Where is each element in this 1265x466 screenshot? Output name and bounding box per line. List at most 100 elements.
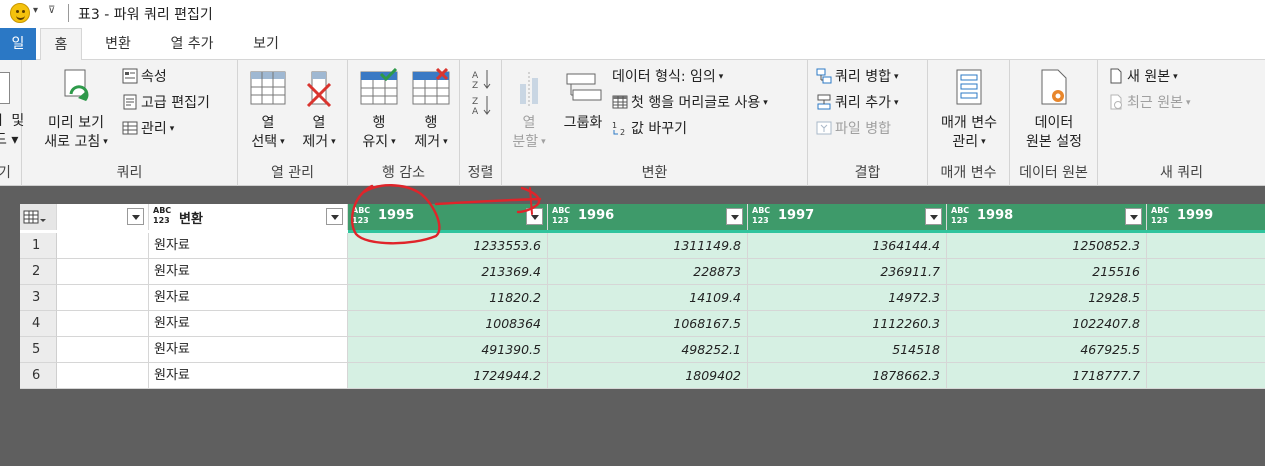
table-cell[interactable]: 원자료	[149, 337, 348, 363]
advanced-editor-button[interactable]: 고급 편집기	[122, 92, 210, 114]
table-cell[interactable]	[57, 233, 149, 259]
table-row[interactable]: 5 원자료 491390.5 498252.1 514518 467925.5	[20, 337, 1265, 363]
row-index[interactable]: 1	[20, 233, 57, 259]
tab-view[interactable]: 보기	[240, 28, 292, 60]
table-cell[interactable]: 14109.4	[548, 285, 748, 311]
column-filter-dropdown[interactable]	[726, 208, 743, 225]
manage-parameters-button[interactable]: 매개 변수 관리 ▾	[930, 68, 1008, 152]
table-cell[interactable]: 215516	[947, 259, 1147, 285]
table-cell[interactable]: 1364144.4	[748, 233, 947, 259]
row-index[interactable]: 3	[20, 285, 57, 311]
any-type-icon[interactable]: ABC 123	[352, 206, 370, 226]
data-type-dropdown[interactable]: 데이터 형식: 임의 ▾	[612, 66, 723, 88]
table-cell[interactable]	[57, 285, 149, 311]
table-row[interactable]: 3 원자료 11820.2 14109.4 14972.3 12928.5	[20, 285, 1265, 311]
table-cell[interactable]: 원자료	[149, 285, 348, 311]
table-row[interactable]: 1 원자료 1233553.6 1311149.8 1364144.4 1250852.3	[20, 233, 1265, 259]
table-cell[interactable]	[1147, 233, 1265, 259]
choose-columns-button[interactable]: 열 선택 ▾	[244, 68, 292, 152]
column-filter-dropdown[interactable]	[326, 208, 343, 225]
any-type-icon[interactable]: ABC 123	[153, 206, 171, 226]
table-cell[interactable]: 514518	[748, 337, 947, 363]
smiley-feedback-icon[interactable]	[10, 3, 30, 23]
table-cell[interactable]: 1233553.6	[348, 233, 548, 259]
table-cell[interactable]	[57, 363, 149, 389]
table-cell[interactable]	[1147, 285, 1265, 311]
tab-file[interactable]: 일	[0, 28, 36, 60]
replace-values-button[interactable]: 12값 바꾸기	[612, 118, 687, 140]
table-menu-button[interactable]	[20, 204, 57, 230]
table-row[interactable]: 6 원자료 1724944.2 1809402 1878662.3 1718777.7	[20, 363, 1265, 389]
table-row[interactable]: 2 원자료 213369.4 228873 236911.7 215516	[20, 259, 1265, 285]
table-cell[interactable]: 14972.3	[748, 285, 947, 311]
row-index[interactable]: 2	[20, 259, 57, 285]
group-by-button[interactable]: 그룹화	[556, 68, 610, 133]
table-cell[interactable]	[1147, 337, 1265, 363]
table-cell[interactable]: 498252.1	[548, 337, 748, 363]
table-cell[interactable]	[1147, 363, 1265, 389]
table-cell[interactable]: 12928.5	[947, 285, 1147, 311]
table-cell[interactable]: 11820.2	[348, 285, 548, 311]
column-header-1995[interactable]: ABC 123 1995	[348, 204, 548, 230]
table-cell[interactable]	[57, 311, 149, 337]
column-header-1999[interactable]: ABC 123 1999	[1147, 204, 1265, 230]
table-cell[interactable]: 1311149.8	[548, 233, 748, 259]
table-cell[interactable]: 1068167.5	[548, 311, 748, 337]
any-type-icon[interactable]: ABC 123	[752, 206, 770, 226]
table-cell[interactable]	[57, 337, 149, 363]
new-source-button[interactable]: 새 원본 ▾	[1108, 66, 1178, 88]
table-cell[interactable]: 228873	[548, 259, 748, 285]
column-filter-dropdown[interactable]	[127, 208, 144, 225]
table-cell[interactable]: 213369.4	[348, 259, 548, 285]
tab-home[interactable]: 홈	[40, 28, 82, 61]
column-filter-dropdown[interactable]	[1125, 208, 1142, 225]
column-header-1998[interactable]: ABC 123 1998	[947, 204, 1147, 230]
table-cell[interactable]: 1250852.3	[947, 233, 1147, 259]
any-type-icon[interactable]: ABC 123	[552, 206, 570, 226]
table-cell[interactable]: 1112260.3	[748, 311, 947, 337]
column-header-transform[interactable]: ABC 123 변환	[149, 204, 348, 230]
column-header-blank[interactable]	[57, 204, 149, 230]
split-column-button[interactable]: 열 분할 ▾	[506, 68, 552, 152]
data-source-settings-button[interactable]: 데이터 원본 설정	[1014, 68, 1094, 152]
table-cell[interactable]: 1878662.3	[748, 363, 947, 389]
table-cell[interactable]: 491390.5	[348, 337, 548, 363]
column-header-1996[interactable]: ABC 123 1996	[548, 204, 748, 230]
sort-descending-button[interactable]: ZA	[472, 94, 492, 117]
row-index[interactable]: 4	[20, 311, 57, 337]
remove-rows-button[interactable]: 행 제거 ▾	[406, 67, 456, 152]
chevron-down-icon[interactable]: ▾	[33, 5, 38, 16]
table-cell[interactable]: 1724944.2	[348, 363, 548, 389]
table-cell[interactable]: 원자료	[149, 233, 348, 259]
table-cell[interactable]: 1008364	[348, 311, 548, 337]
row-index[interactable]: 5	[20, 337, 57, 363]
column-header-1997[interactable]: ABC 123 1997	[748, 204, 947, 230]
close-apply-icon[interactable]	[0, 72, 10, 104]
table-cell[interactable]: 1022407.8	[947, 311, 1147, 337]
recent-sources-button[interactable]: 최근 원본 ▾	[1108, 92, 1191, 114]
close-apply-button[interactable]: ㅣ 및 드 ▾	[0, 112, 24, 150]
customize-toolbar-icon[interactable]: ⊽	[48, 5, 55, 16]
refresh-preview-button[interactable]: 미리 보기 새로 고침 ▾	[38, 68, 114, 152]
table-cell[interactable]: 1718777.7	[947, 363, 1147, 389]
use-first-row-as-headers-button[interactable]: 첫 행을 머리글로 사용 ▾	[612, 92, 768, 114]
row-index[interactable]: 6	[20, 363, 57, 389]
table-cell[interactable]: 236911.7	[748, 259, 947, 285]
table-cell[interactable]	[1147, 311, 1265, 337]
table-cell[interactable]: 원자료	[149, 311, 348, 337]
table-cell[interactable]: 원자료	[149, 259, 348, 285]
sort-ascending-button[interactable]: AZ	[472, 68, 492, 91]
manage-query-button[interactable]: 관리 ▾	[122, 118, 174, 140]
any-type-icon[interactable]: ABC 123	[1151, 206, 1169, 226]
table-row[interactable]: 4 원자료 1008364 1068167.5 1112260.3 1022407.8	[20, 311, 1265, 337]
keep-rows-button[interactable]: 행 유지 ▾	[354, 67, 404, 152]
column-filter-dropdown[interactable]	[526, 208, 543, 225]
merge-queries-button[interactable]: 쿼리 병합 ▾	[816, 66, 899, 88]
tab-add-column[interactable]: 열 추가	[160, 28, 224, 60]
table-cell[interactable]	[1147, 259, 1265, 285]
remove-columns-button[interactable]: 열 제거 ▾	[294, 68, 344, 152]
table-cell[interactable]: 원자료	[149, 363, 348, 389]
combine-files-button[interactable]: 파일 병합	[816, 118, 891, 140]
tab-transform[interactable]: 변환	[92, 28, 144, 60]
table-cell[interactable]: 467925.5	[947, 337, 1147, 363]
